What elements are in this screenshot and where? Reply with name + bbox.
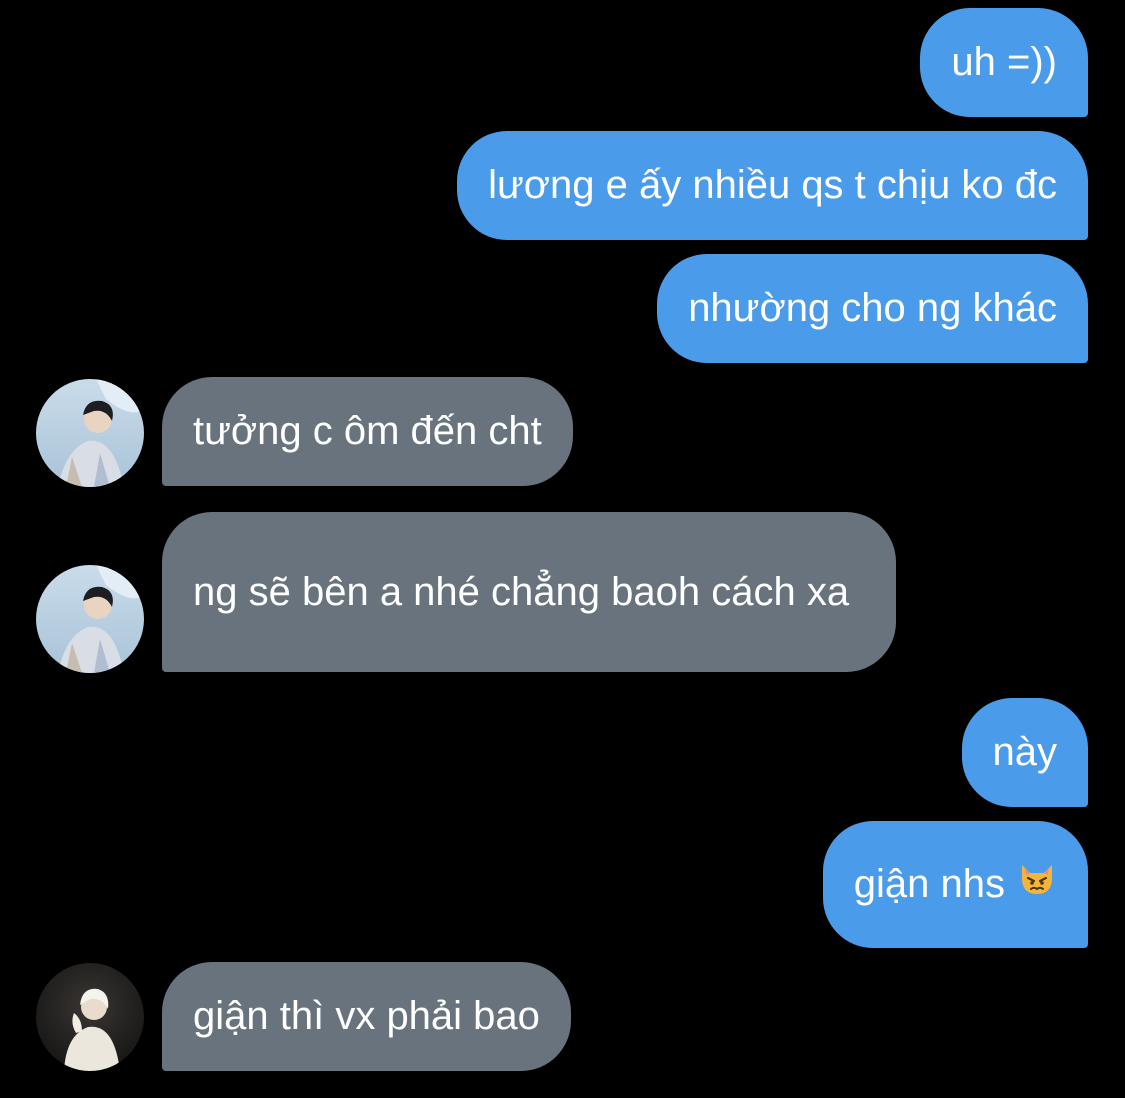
message-text: ng sẽ bên a nhé chẳng baoh cách xa [193,569,850,614]
message-text: nhường cho ng khác [688,286,1057,330]
message-text: tưởng c ôm đến cht [193,409,542,453]
message-bubble-sent[interactable]: nhường cho ng khác [657,254,1088,363]
contact-avatar[interactable] [36,565,144,673]
profile-photo-icon [36,963,144,1071]
message-text: giận nhs [853,862,1005,906]
message-text: uh =)) [951,40,1057,84]
message-bubble-received[interactable]: ng sẽ bên a nhé chẳng baoh cách xa [162,512,896,672]
profile-photo-icon [36,379,144,487]
message-bubble-received[interactable]: giận thì vx phải bao [162,962,571,1071]
message-bubble-sent[interactable]: giận nhs [822,821,1088,948]
message-bubble-sent[interactable]: uh =)) [920,8,1088,117]
profile-photo-icon [36,565,144,673]
angry-cat-emoji-icon [1017,858,1057,911]
contact-avatar[interactable] [36,379,144,487]
message-text: lương e ấy nhiều qs t chịu ko đc [488,163,1057,207]
message-text: giận thì vx phải bao [193,994,540,1038]
message-bubble-sent[interactable]: lương e ấy nhiều qs t chịu ko đc [457,131,1088,240]
message-bubble-sent[interactable]: này [961,698,1088,807]
contact-avatar[interactable] [36,963,144,1071]
message-bubble-received[interactable]: tưởng c ôm đến cht [162,377,573,486]
message-text: này [992,730,1058,774]
